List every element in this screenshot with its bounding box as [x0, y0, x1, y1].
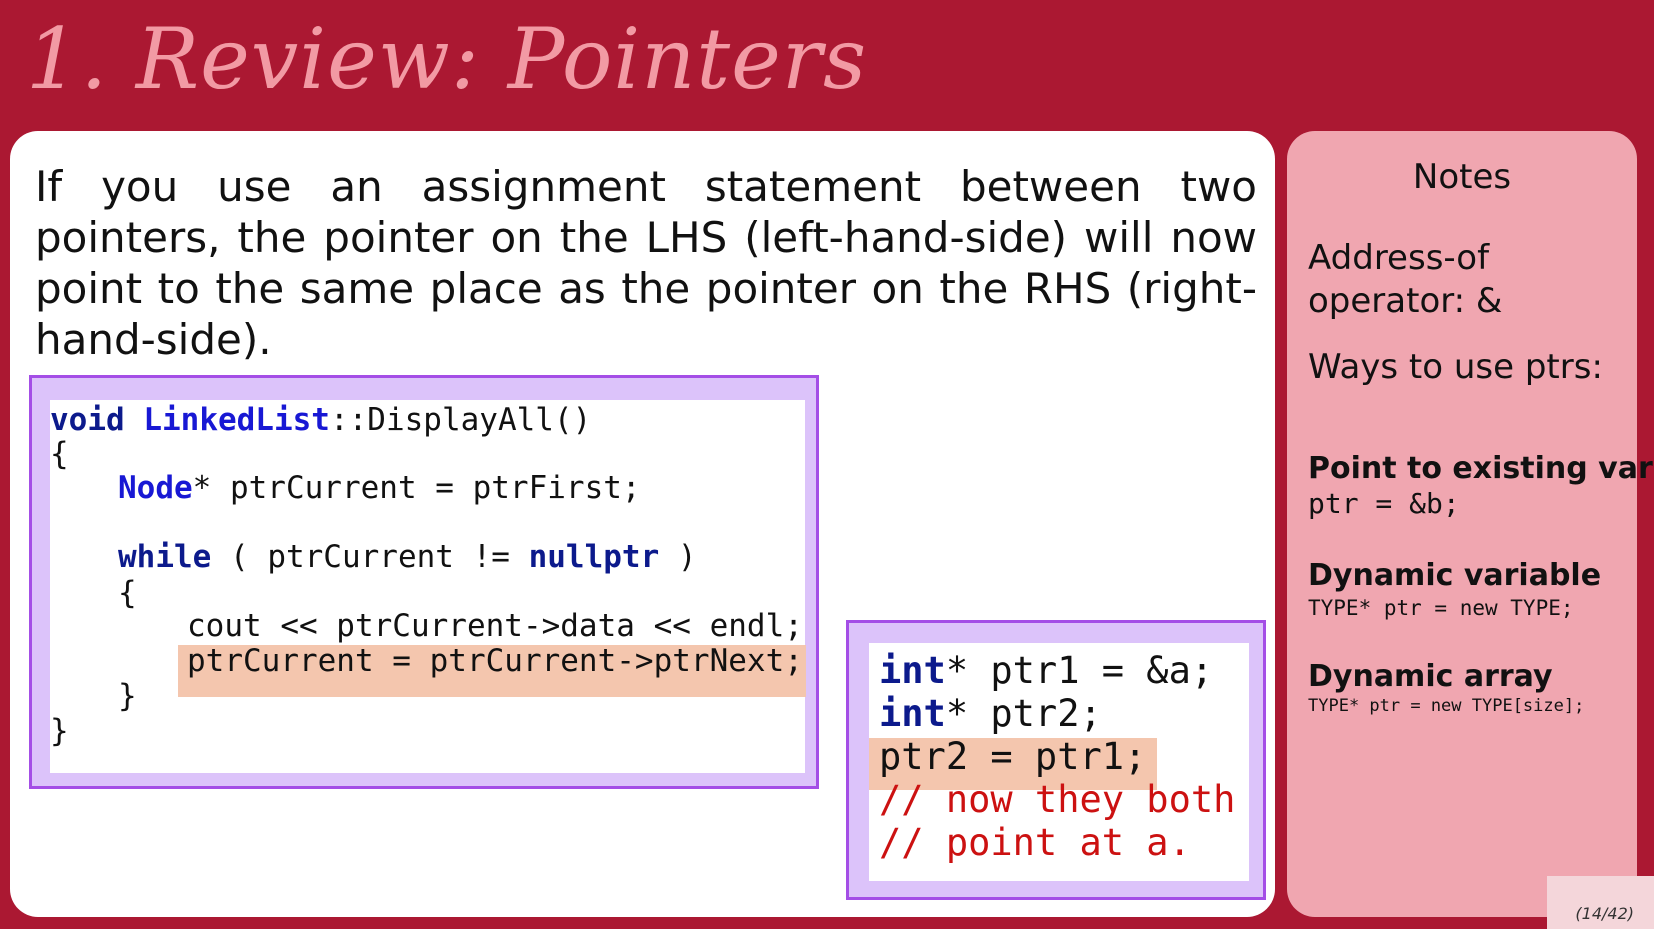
code-line-close-brace: }: [50, 713, 69, 749]
code-example-displayall: void LinkedList::DisplayAll() { Node* pt…: [29, 375, 819, 789]
type-node: Node: [118, 470, 193, 506]
code-block-pointer-assignment: int* ptr1 = &a; int* ptr2; ptr2 = ptr1; …: [869, 643, 1249, 881]
keyword-void: void: [50, 402, 125, 438]
keyword-int: int: [879, 649, 946, 692]
code-line-ptr2: int* ptr2;: [879, 692, 1102, 735]
page-number-box: (14/42): [1547, 876, 1654, 929]
note-dynamic-array-heading: Dynamic array: [1308, 659, 1553, 694]
code-comment-line-2: // point at a.: [879, 821, 1191, 864]
code-block-displayall: void LinkedList::DisplayAll() { Node* pt…: [50, 400, 806, 773]
code-line-while: while ( ptrCurrent != nullptr ): [118, 539, 697, 575]
note-ways-to-use: Ways to use ptrs:: [1308, 347, 1603, 387]
notes-title: Notes: [1412, 157, 1512, 197]
code-line-open-brace: {: [50, 436, 69, 472]
code-example-pointer-assignment: int* ptr1 = &a; int* ptr2; ptr2 = ptr1; …: [846, 620, 1266, 900]
keyword-while: while: [118, 539, 212, 575]
keyword-int: int: [879, 692, 946, 735]
keyword-nullptr: nullptr: [528, 539, 660, 575]
note-dynamic-var-code: TYPE* ptr = new TYPE;: [1308, 596, 1574, 620]
code-line-signature: void LinkedList::DisplayAll(): [50, 402, 591, 438]
code-line-loop-close-brace: }: [118, 678, 137, 714]
notes-panel: Notes Address-of operator: & Ways to use…: [1287, 131, 1653, 917]
ptr1-declaration: * ptr1 = &a;: [945, 649, 1214, 692]
code-comment-line-1: // now they both: [879, 778, 1236, 821]
while-condition: ( ptrCurrent !=: [211, 539, 529, 575]
code-line-advance-pointer: ptrCurrent = ptrCurrent->ptrNext;: [187, 643, 803, 679]
code-line-declare-current: Node* ptrCurrent = ptrFirst;: [118, 470, 641, 506]
slide-title: 1. Review: Pointers: [26, 10, 868, 108]
class-name: LinkedList: [143, 402, 330, 438]
method-name: ::DisplayAll(): [329, 402, 592, 438]
page-number: (14/42): [1575, 904, 1634, 923]
code-line-cout: cout << ptrCurrent->data << endl;: [187, 608, 803, 644]
note-dynamic-array-code: TYPE* ptr = new TYPE[size];: [1308, 696, 1585, 716]
explanation-paragraph: If you use an assignment statement betwe…: [35, 162, 1257, 364]
code-line-ptr1: int* ptr1 = &a;: [879, 649, 1213, 692]
note-existing-var-code: ptr = &b;: [1308, 487, 1460, 520]
note-existing-var-heading: Point to existing var: [1308, 451, 1653, 486]
while-close: ): [659, 539, 697, 575]
main-content-panel: If you use an assignment statement betwe…: [10, 131, 1275, 917]
code-line-assignment: ptr2 = ptr1;: [879, 735, 1147, 778]
note-address-of: Address-of operator: &: [1308, 238, 1503, 321]
declare-rest: * ptrCurrent = ptrFirst;: [192, 470, 641, 506]
ptr2-declaration: * ptr2;: [945, 692, 1102, 735]
code-line-loop-open-brace: {: [118, 575, 137, 611]
note-dynamic-var-heading: Dynamic variable: [1308, 558, 1602, 593]
